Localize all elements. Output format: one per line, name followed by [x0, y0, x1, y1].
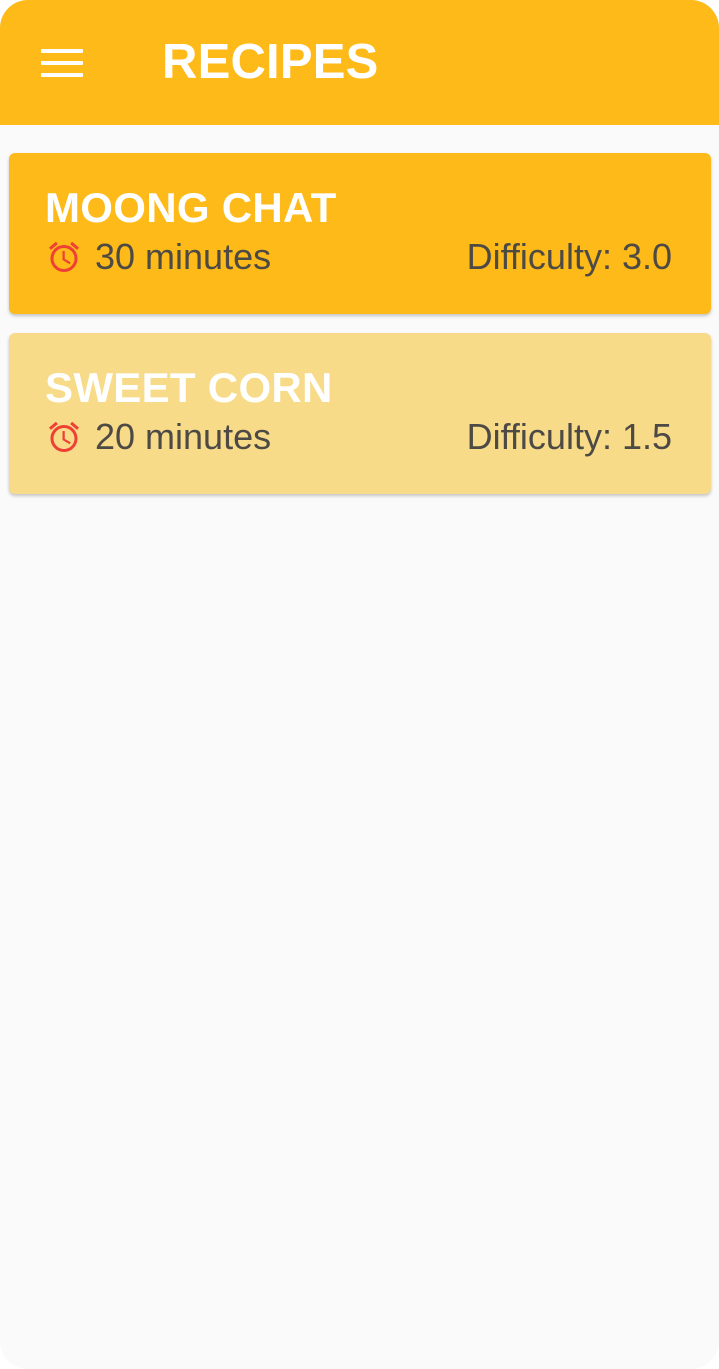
recipe-name: MOONG CHAT [45, 184, 337, 231]
cook-time: 20 minutes [95, 416, 272, 457]
page-title: RECIPES [162, 35, 379, 89]
recipe-card-moong-chat[interactable]: MOONG CHAT 30 minutes Difficulty: 3.0 [9, 153, 711, 314]
difficulty-label: Difficulty: 3.0 [466, 236, 672, 277]
alarm-clock-icon [49, 241, 79, 272]
hamburger-menu-button[interactable] [28, 34, 96, 92]
alarm-clock-icon [49, 421, 79, 452]
app-screen: RECIPES MOONG CHAT 30 minutes Difficulty… [0, 0, 719, 1369]
cook-time: 30 minutes [95, 236, 272, 277]
app-bar: RECIPES [0, 0, 719, 125]
hamburger-menu-icon [41, 49, 83, 53]
difficulty-label: Difficulty: 1.5 [466, 416, 672, 457]
recipe-name: SWEET CORN [45, 364, 333, 411]
recipe-list: MOONG CHAT 30 minutes Difficulty: 3.0 SW… [9, 153, 711, 513]
recipe-card-sweet-corn[interactable]: SWEET CORN 20 minutes Difficulty: 1.5 [9, 333, 711, 494]
